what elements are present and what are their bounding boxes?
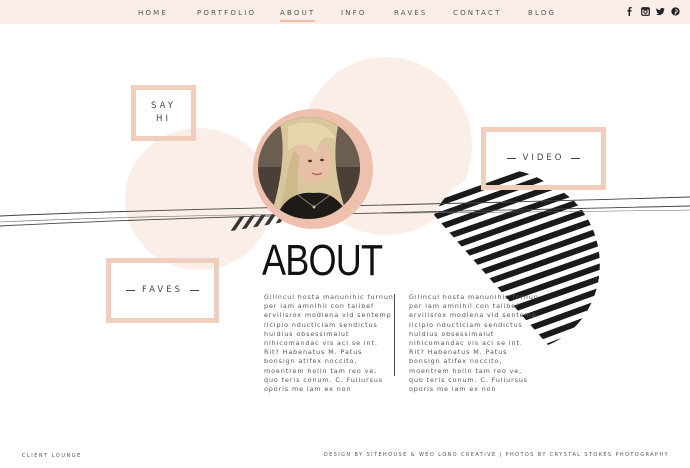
dash-right [571, 158, 581, 159]
say-hi-label: SAY HI [151, 101, 176, 124]
faves-label: FAVES [142, 285, 183, 295]
video-label: VIDEO [522, 153, 565, 163]
page-title: ABOUT [262, 236, 383, 285]
dash-right [189, 290, 199, 291]
profile-photo [258, 117, 360, 219]
about-text-column-1: Gilincul hosta manunihic furnun per iam … [264, 293, 394, 394]
video-box[interactable]: VIDEO [481, 127, 606, 190]
say-hi-box[interactable]: SAY HI [131, 85, 196, 141]
dash-left [506, 158, 516, 159]
column-divider [394, 294, 395, 376]
wire-lines-decoration [0, 196, 690, 227]
footer-credits: DESIGN BY SITEHOUSE & WEO LONO CREATIVE … [323, 452, 669, 458]
dash-left [126, 290, 136, 291]
faves-box[interactable]: FAVES [106, 258, 219, 323]
client-lounge-link[interactable]: CLIENT LOUNGE [22, 453, 82, 459]
about-text-column-2: Gilincul hosta manunihic furnun per iam … [409, 293, 539, 394]
